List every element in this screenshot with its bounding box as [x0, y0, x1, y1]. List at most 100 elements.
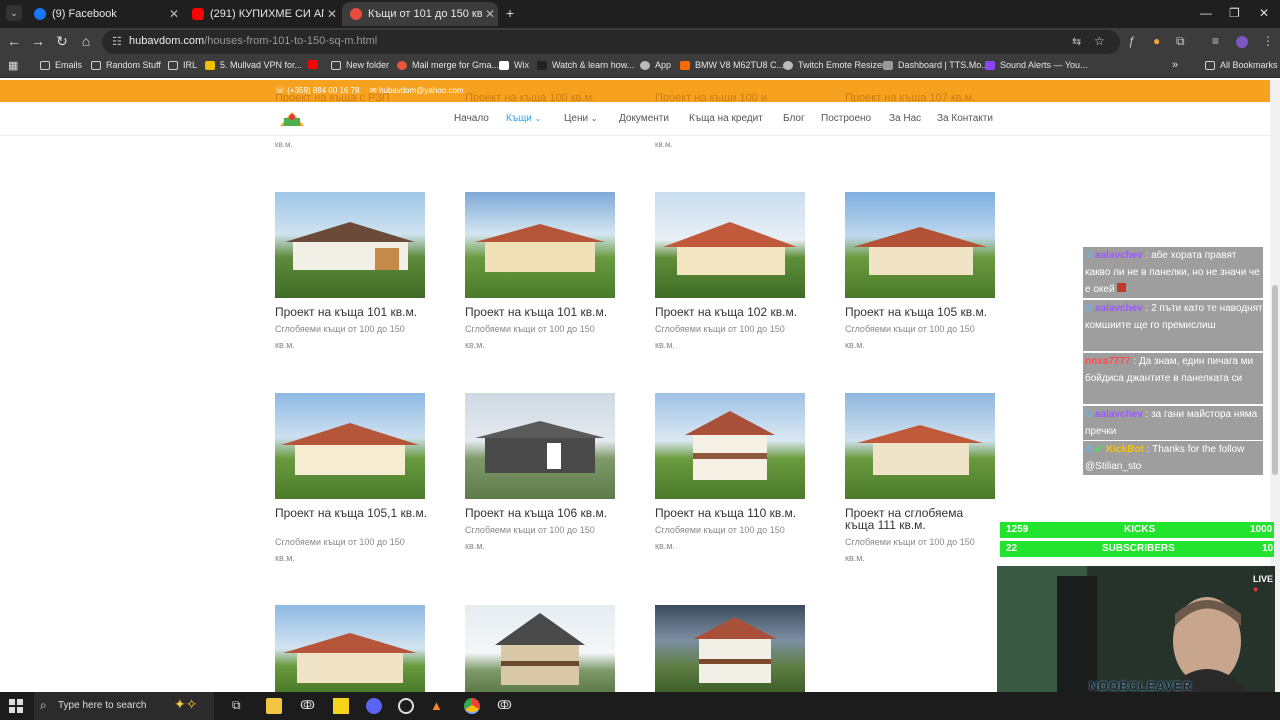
- bookmark-bmw[interactable]: BMW V8 M62TU8 C...: [680, 60, 784, 70]
- card-title[interactable]: Проект на къща 102 кв.м.: [655, 306, 815, 318]
- site-logo[interactable]: [278, 108, 306, 128]
- card-category[interactable]: Сглобяеми къщи от 100 до 150 кв.м.: [465, 522, 615, 554]
- bookmark-label: Mail merge for Gma...: [412, 60, 500, 70]
- tab-list-dropdown-icon[interactable]: ⌄: [6, 5, 22, 21]
- media-control-icon[interactable]: ≡: [1212, 34, 1219, 48]
- house-image[interactable]: [845, 192, 995, 298]
- bookmark-new-folder[interactable]: New folder: [331, 60, 389, 70]
- card-title[interactable]: Проект на сглобяема къща 111 кв.м.: [845, 507, 995, 531]
- nav-contacts[interactable]: За Контакти: [937, 113, 993, 124]
- card-title[interactable]: Проект на къща 101 кв.м.: [465, 306, 625, 318]
- bookmark-wix[interactable]: Wix: [499, 60, 529, 70]
- card-category[interactable]: Сглобяеми къщи от 100 до 150 кв.м.: [845, 534, 995, 566]
- profile-avatar-icon[interactable]: [1236, 36, 1248, 48]
- bookmark-twitch-emote[interactable]: Twitch Emote Resizer: [783, 60, 885, 70]
- bookmark-random-stuff[interactable]: Random Stuff: [91, 60, 161, 70]
- card-title[interactable]: Проект на къща 106 кв.м.: [465, 507, 625, 519]
- extension-flame-icon[interactable]: ●: [1153, 34, 1160, 48]
- vlc-icon[interactable]: ▲: [430, 698, 446, 714]
- card-category[interactable]: Сглобяеми къщи от 100 до 150 кв.м.: [655, 321, 805, 353]
- house-image[interactable]: [655, 605, 805, 692]
- tab-facebook[interactable]: (9) Facebook ✕: [26, 2, 182, 26]
- address-bar[interactable]: ☷ hubavdom.com/houses-from-101-to-150-sq…: [102, 30, 1120, 54]
- discord-icon[interactable]: [366, 698, 382, 714]
- file-explorer-icon[interactable]: [266, 698, 282, 714]
- house-image[interactable]: [465, 605, 615, 692]
- nav-home[interactable]: Начало: [454, 113, 489, 124]
- bookmarks-overflow-icon[interactable]: »: [1172, 59, 1178, 71]
- globe-icon: [640, 60, 650, 70]
- extensions-puzzle-icon[interactable]: ⧉: [1176, 34, 1185, 49]
- email-address[interactable]: ✉ hubavdom@yahoo.com: [370, 86, 464, 95]
- house-image[interactable]: [275, 393, 425, 499]
- kicks-target: 1000: [1250, 524, 1273, 535]
- nav-blog[interactable]: Блог: [783, 113, 805, 124]
- bookmark-star-icon[interactable]: ☆: [1094, 34, 1105, 48]
- house-image[interactable]: [275, 605, 425, 692]
- nav-documents[interactable]: Документи: [619, 113, 669, 124]
- card-category[interactable]: Сглобяеми къщи от 100 до 150 кв.м.: [275, 534, 425, 566]
- phone-number[interactable]: ☏ (+359) 884 00 16 78: [275, 86, 360, 95]
- apps-grid-icon[interactable]: ▦: [8, 59, 18, 72]
- bookmark-watch-learn[interactable]: Watch & learn how...: [537, 60, 634, 70]
- forward-arrow-icon[interactable]: →: [29, 33, 47, 49]
- house-image[interactable]: [275, 192, 425, 298]
- nav-about[interactable]: За Нас: [889, 113, 921, 124]
- task-view-icon[interactable]: ⧉: [232, 698, 248, 714]
- card-category[interactable]: Сглобяеми къщи от 100 до 150 кв.м.: [465, 321, 615, 353]
- card-category[interactable]: Сглобяеми къщи от 100 до 150 кв.м.: [275, 321, 425, 353]
- tab-hubavdom[interactable]: Къщи от 101 до 150 кв.м. - Сгл ✕: [342, 2, 498, 26]
- new-tab-plus-icon[interactable]: +: [506, 5, 514, 21]
- app-icon[interactable]: ↂ: [497, 698, 513, 714]
- translate-icon[interactable]: ⇆: [1072, 35, 1081, 48]
- more-menu-icon[interactable]: ⋮: [1262, 34, 1274, 48]
- card-title[interactable]: Проект на къща 101 кв.м.: [275, 306, 435, 318]
- nav-house-on-credit[interactable]: Къща на кредит: [689, 113, 763, 124]
- house-image[interactable]: [655, 393, 805, 499]
- house-image[interactable]: [845, 393, 995, 499]
- browser-toolbar: ← → ↻ ⌂ ☷ hubavdom.com/houses-from-101-t…: [0, 28, 1280, 56]
- card-title[interactable]: Проект на къща 105,1 кв.м.: [275, 507, 435, 519]
- close-window-icon[interactable]: ✕: [1259, 6, 1269, 20]
- all-bookmarks[interactable]: All Bookmarks: [1205, 60, 1278, 70]
- bookmark-irl[interactable]: IRL: [168, 60, 197, 70]
- bookmark-app[interactable]: App: [640, 60, 671, 70]
- tab-youtube[interactable]: (291) КУПИХМЕ СИ АПАРТАМ ✕: [184, 2, 340, 26]
- restore-icon[interactable]: ❐: [1229, 6, 1240, 20]
- bookmark-emails[interactable]: Emails: [40, 60, 82, 70]
- minimize-icon[interactable]: —: [1200, 6, 1212, 20]
- scrollbar-thumb[interactable]: [1272, 285, 1278, 475]
- card-category[interactable]: Сглобяеми къщи от 100 до 150 кв.м.: [845, 321, 995, 353]
- url-text[interactable]: hubavdom.com/houses-from-101-to-150-sq-m…: [129, 35, 377, 47]
- chat-username: aalavchev: [1094, 409, 1143, 420]
- chat-username: aalavchev: [1094, 250, 1143, 261]
- house-image[interactable]: [465, 192, 615, 298]
- bookmark-mullvad[interactable]: 5. Mullvad VPN for...: [205, 60, 302, 70]
- sticky-notes-icon[interactable]: [333, 698, 349, 714]
- chrome-icon[interactable]: [464, 698, 480, 714]
- bookmark-sound-alerts[interactable]: Sound Alerts — You...: [985, 60, 1088, 70]
- home-icon[interactable]: ⌂: [77, 33, 95, 49]
- close-icon[interactable]: ✕: [166, 7, 182, 21]
- app-icon[interactable]: ↂ: [300, 698, 316, 714]
- house-image[interactable]: [655, 192, 805, 298]
- extension-fx-icon[interactable]: ƒ: [1128, 34, 1135, 48]
- obs-icon[interactable]: [398, 698, 414, 714]
- house-image[interactable]: [465, 393, 615, 499]
- bookmark-dashboard[interactable]: Dashboard | TTS.Mo...: [883, 60, 989, 70]
- card-category[interactable]: Сглобяеми къщи от 100 до 150 кв.м.: [655, 522, 805, 554]
- card-title[interactable]: Проект на къща 110 кв.м.: [655, 507, 815, 519]
- close-icon[interactable]: ✕: [482, 7, 498, 21]
- card-title[interactable]: Проект на къща 105 кв.м.: [845, 306, 1005, 318]
- taskbar-search[interactable]: ⌕ Type here to search ✦✧: [34, 692, 214, 720]
- close-icon[interactable]: ✕: [324, 7, 340, 21]
- reload-icon[interactable]: ↻: [53, 33, 71, 50]
- nav-built[interactable]: Построено: [821, 113, 871, 124]
- back-arrow-icon[interactable]: ←: [5, 33, 23, 49]
- site-info-icon[interactable]: ☷: [112, 35, 122, 48]
- bookmark-mail-merge[interactable]: Mail merge for Gma...: [397, 60, 499, 70]
- bookmark-youtube[interactable]: [308, 60, 323, 69]
- nav-houses[interactable]: Къщи ⌄: [506, 113, 541, 124]
- nav-prices[interactable]: Цени ⌄: [564, 113, 598, 124]
- windows-start-icon[interactable]: [9, 699, 23, 718]
